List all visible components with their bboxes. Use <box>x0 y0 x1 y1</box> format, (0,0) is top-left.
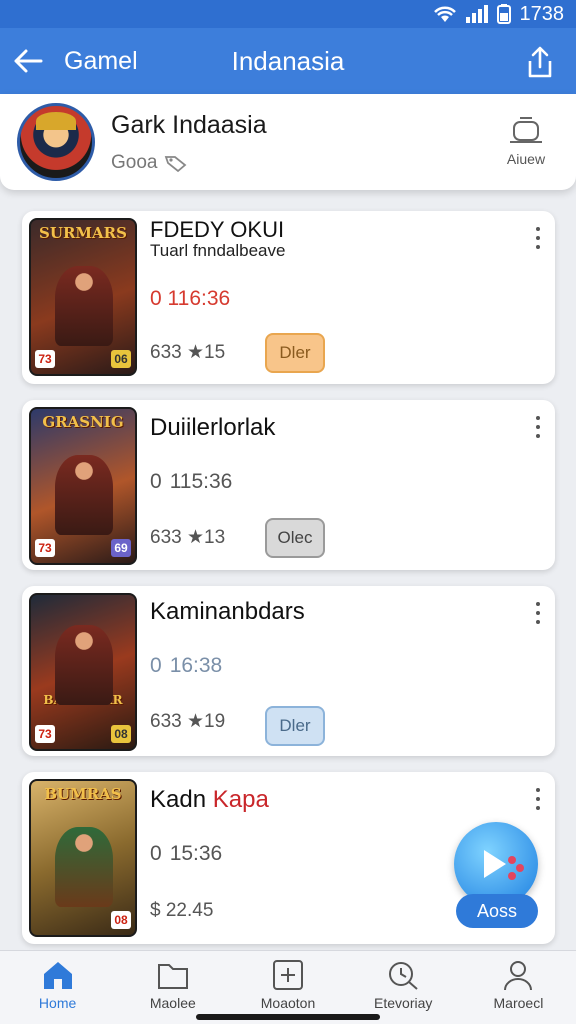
game-time: 0 115:36 <box>150 470 232 494</box>
nav-label: Etevoriay <box>374 995 433 1011</box>
search-clock-icon <box>389 962 418 990</box>
game-rating: 633 ★13 <box>150 527 226 548</box>
game-time-text: 0 116:36 <box>150 287 231 310</box>
floating-action-button[interactable]: Aoss <box>454 822 540 934</box>
thumbnail-title: BUMRAS <box>44 785 122 803</box>
profile-card: Gark Indaasia Gooa Aiuew <box>0 94 576 190</box>
more-options-button[interactable] <box>531 788 545 810</box>
nav-label: Moaoton <box>260 995 316 1011</box>
more-options-button[interactable] <box>531 416 545 438</box>
game-title: Duiilerlorlak <box>150 414 276 441</box>
status-time: 1738 <box>519 2 565 25</box>
wifi-icon <box>432 5 458 23</box>
thumbnail-title: GRASNIG <box>42 413 124 431</box>
nav-item-home[interactable]: Home <box>0 951 115 1024</box>
nav-item-maroecl[interactable]: Maroecl <box>461 951 576 1024</box>
game-time: 0 116:36 <box>150 287 230 311</box>
thumbnail-badge-left: 73 <box>35 350 55 368</box>
back-button[interactable] <box>0 28 56 94</box>
thumbnail-badge-right: 08 <box>111 911 131 929</box>
tag-icon <box>165 155 187 172</box>
thumbnail-title: SURMARS <box>39 224 127 242</box>
game-action-button[interactable]: Dler <box>265 706 325 746</box>
arrow-left-icon <box>14 49 43 73</box>
game-action-button[interactable]: Olec <box>265 518 325 558</box>
game-title: Kadn Kapa <box>150 786 269 814</box>
thumbnail-badge-left: 73 <box>35 539 55 557</box>
app-bar: Gamel Indanasia <box>0 28 576 94</box>
game-action-button[interactable]: Dler <box>265 333 325 373</box>
game-rating: 633 ★19 <box>150 711 226 732</box>
game-thumbnail: SURMARS 73 06 <box>29 218 137 376</box>
game-price: $ 22.45 <box>150 900 214 921</box>
home-indicator <box>196 1014 380 1020</box>
thumbnail-badge-right: 06 <box>111 350 131 368</box>
thumbnail-badge-right: 69 <box>111 539 131 557</box>
more-options-button[interactable] <box>531 227 545 249</box>
time-marker-icon: 0 <box>150 842 162 865</box>
nav-label: Maolee <box>149 995 196 1011</box>
thumbnail-badge-left: 73 <box>35 725 55 743</box>
game-thumbnail: BUMRAS 08 <box>29 779 137 937</box>
character-figure <box>55 266 113 346</box>
avatar[interactable] <box>17 103 95 181</box>
folder-icon <box>157 964 188 989</box>
time-marker-icon: 0 <box>150 470 162 493</box>
profile-name: Gark Indaasia <box>111 110 267 139</box>
game-thumbnail: BAYE BEAR 73 08 <box>29 593 137 751</box>
status-bar: 1738 <box>0 0 576 28</box>
share-icon <box>528 46 552 78</box>
more-options-button[interactable] <box>531 602 545 624</box>
gamepad-icon <box>510 117 542 143</box>
character-figure <box>55 625 113 705</box>
bottom-navigation: Home Maolee Moaoton Etevoriay Maroecl <box>0 950 576 1024</box>
fab-label: Aoss <box>456 894 538 928</box>
game-time: 0 15:36 <box>150 842 222 866</box>
back-label[interactable]: Gamel <box>64 47 204 76</box>
game-rating: 633 ★15 <box>150 342 226 363</box>
share-button[interactable] <box>520 42 560 82</box>
game-title: FDEDY OKUI <box>150 217 285 242</box>
game-card[interactable]: BAYE BEAR 73 08 Kaminanbdars 0 16:38 633… <box>22 586 555 756</box>
game-title-accent: Kapa <box>212 786 269 813</box>
game-card[interactable]: SURMARS 73 06 FDEDY OKUI Tuarl fnndalbea… <box>22 211 555 384</box>
thumbnail-badge-right: 08 <box>111 725 131 743</box>
signal-icon <box>465 5 488 23</box>
nav-label: Maroecl <box>493 995 544 1011</box>
game-title: Kaminanbdars <box>150 598 305 625</box>
game-thumbnail: GRASNIG 73 69 <box>29 407 137 565</box>
game-card[interactable]: GRASNIG 73 69 Duiilerlorlak 0 115:36 633… <box>22 400 555 570</box>
nav-label: Home <box>38 995 77 1011</box>
character-figure <box>55 827 113 907</box>
game-time-text: 16:38 <box>169 654 223 677</box>
character-figure <box>55 455 113 535</box>
game-time-text: 15:36 <box>169 842 223 865</box>
person-icon <box>504 961 533 991</box>
game-subtitle: Tuarl fnndalbeave <box>150 241 286 260</box>
view-action-label: Aiuew <box>506 151 546 167</box>
plus-box-icon <box>273 960 303 990</box>
game-time: 0 16:38 <box>150 654 222 678</box>
time-marker-icon: 0 <box>150 654 162 677</box>
battery-icon <box>496 4 512 24</box>
view-action-button[interactable]: Aiuew <box>500 116 552 167</box>
profile-subtitle: Gooa <box>111 151 158 173</box>
game-title-text: Kadn <box>150 786 207 813</box>
game-time-text: 115:36 <box>169 470 233 493</box>
home-icon <box>43 962 72 989</box>
